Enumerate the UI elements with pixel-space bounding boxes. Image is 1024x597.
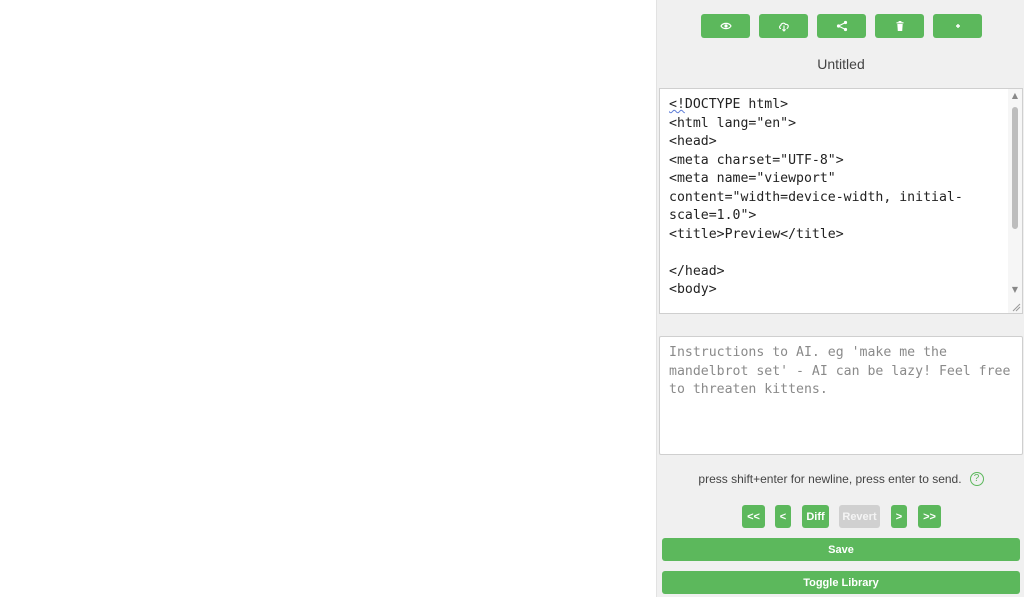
delete-button[interactable] (875, 14, 924, 38)
next-version-button[interactable]: > (891, 505, 907, 528)
eye-icon (719, 22, 732, 30)
code-line: <head> (669, 134, 717, 149)
toggle-library-button[interactable]: Toggle Library (662, 571, 1020, 594)
scroll-down-arrow-icon[interactable]: ▼ (1008, 283, 1022, 297)
code-line: scale=1.0"> (669, 208, 757, 223)
code-line: <html lang="en"> (669, 115, 797, 131)
code-line: <!DOCTYPE html> (669, 97, 789, 112)
new-file-button[interactable] (933, 14, 982, 38)
scroll-up-arrow-icon[interactable]: ▲ (1008, 89, 1022, 103)
resize-handle-icon[interactable] (1011, 302, 1021, 312)
top-toolbar (701, 14, 983, 38)
download-button[interactable] (759, 14, 808, 38)
code-line: <body> (669, 282, 717, 297)
diff-button[interactable]: Diff (802, 505, 829, 528)
share-icon (836, 20, 847, 32)
code-editor-content[interactable]: <!DOCTYPE html> <html lang="en"> <head> <me… (669, 96, 999, 300)
last-version-button[interactable]: >> (918, 505, 941, 528)
share-button[interactable] (817, 14, 866, 38)
ai-instructions-input[interactable] (659, 336, 1023, 455)
revert-button[interactable]: Revert (839, 505, 880, 528)
code-editor[interactable]: <!DOCTYPE html> <html lang="en"> <head> <me… (659, 88, 1023, 314)
preview-button[interactable] (701, 14, 750, 38)
code-line: content="width=device-width, initial- (669, 189, 963, 205)
document-title[interactable]: Untitled (657, 56, 1024, 72)
scroll-thumb[interactable] (1012, 107, 1018, 229)
preview-pane (0, 0, 656, 597)
code-line: <meta charset="UTF-8"> (669, 152, 844, 168)
code-line: <meta name="viewport" (669, 171, 836, 186)
cloud-download-icon (778, 22, 789, 32)
hint-row: press shift+enter for newline, press ent… (657, 470, 1024, 488)
help-icon[interactable]: ? (969, 472, 984, 486)
editor-scrollbar[interactable]: ▲ ▼ (1008, 89, 1022, 313)
code-line: <title>Preview</title> (669, 226, 844, 242)
trash-icon (896, 21, 903, 31)
code-line: </head> (669, 263, 725, 279)
plus-icon (955, 24, 960, 28)
previous-version-button[interactable]: < (775, 505, 791, 528)
first-version-button[interactable]: << (742, 505, 765, 528)
send-hint-text: press shift+enter for newline, press ent… (698, 472, 962, 486)
editor-side-panel: Untitled <!DOCTYPE html> <html lang="en">… (656, 0, 1024, 597)
save-button[interactable]: Save (662, 538, 1020, 561)
